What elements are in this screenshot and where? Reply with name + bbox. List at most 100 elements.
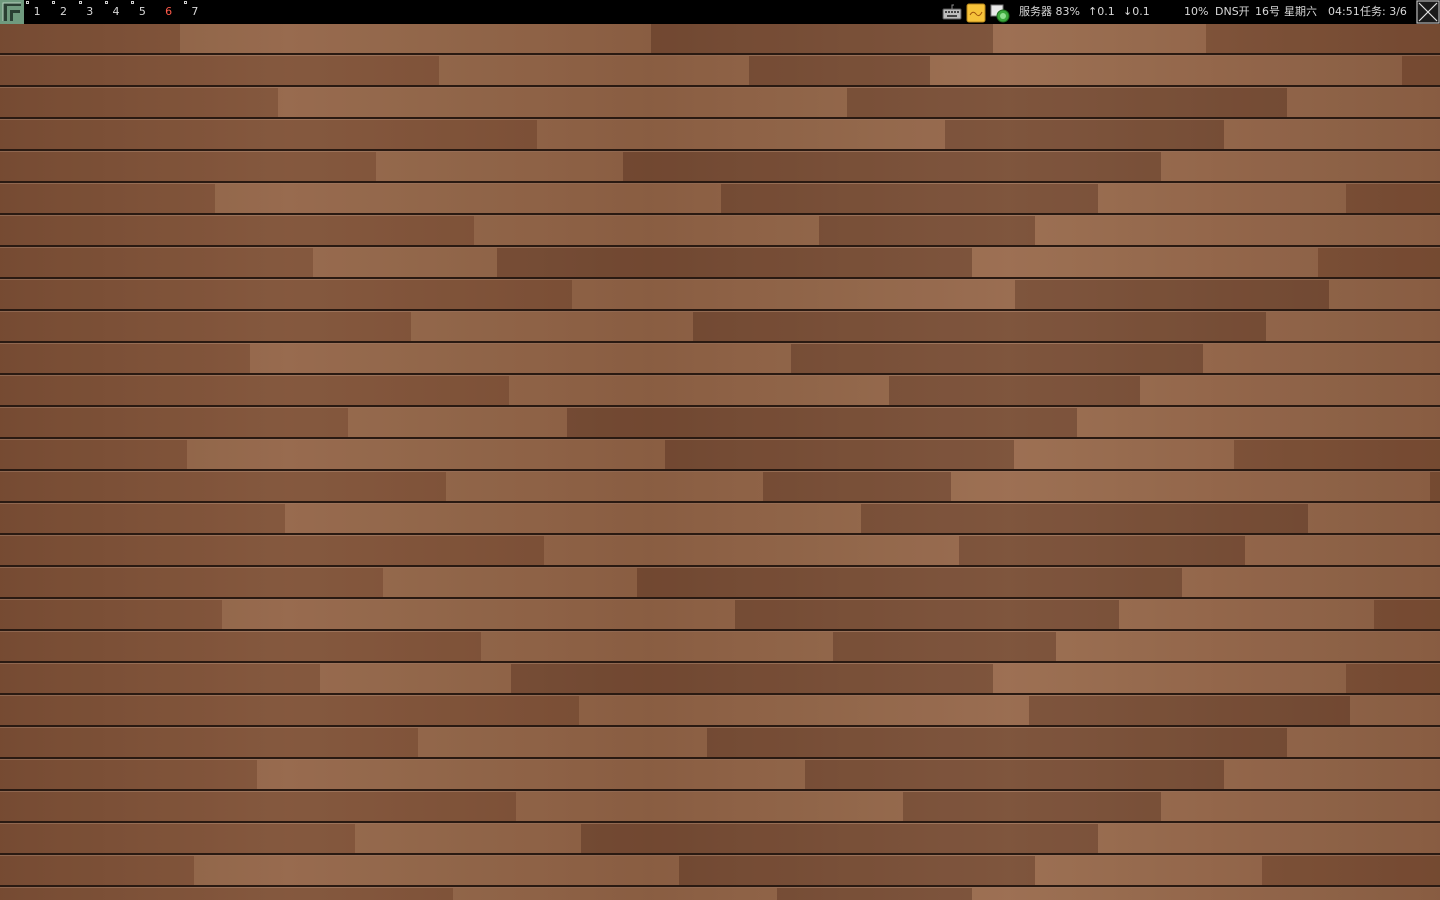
plank-segment <box>215 184 721 213</box>
workspace-1[interactable]: 1 <box>24 0 50 24</box>
plank-segment <box>0 216 474 245</box>
plank-segment <box>833 632 1056 661</box>
close-window-icon[interactable] <box>1416 0 1440 24</box>
plank-segment <box>0 472 446 501</box>
workspace-5[interactable]: 5 <box>129 0 155 24</box>
plank-segment <box>0 376 509 405</box>
plank-segment <box>320 664 511 693</box>
workspace-label: 4 <box>112 5 120 18</box>
dns-status[interactable]: DNS开 <box>1215 0 1250 24</box>
plank-segment <box>721 184 1098 213</box>
workspace-4[interactable]: 4 <box>103 0 129 24</box>
plank-segment <box>516 792 903 821</box>
clock[interactable]: 04:51 <box>1328 0 1360 24</box>
task-count: 任务: 3/6 <box>1360 5 1407 18</box>
workspace-occupied-indicator <box>131 1 135 4</box>
app-menu-icon[interactable] <box>0 0 24 24</box>
plank-segment <box>972 888 1440 900</box>
plank-segment <box>665 440 1014 469</box>
plank-segment <box>819 216 1035 245</box>
plank-segment <box>972 248 1318 277</box>
plank-segment <box>0 312 411 341</box>
plank-segment <box>313 248 497 277</box>
workspace-2[interactable]: 2 <box>50 0 76 24</box>
upload-speed: ↑0.1 <box>1088 5 1115 18</box>
plank-segment <box>945 120 1224 149</box>
plank-segment <box>544 536 959 565</box>
plank-segment <box>1161 152 1440 181</box>
plank-segment <box>1161 792 1440 821</box>
plank-segment <box>1119 600 1374 629</box>
plank-segment <box>847 88 1287 117</box>
plank-segment <box>993 664 1346 693</box>
plank-segment <box>0 24 180 53</box>
workspace-3[interactable]: 3 <box>77 0 103 24</box>
plank-segment <box>1014 440 1234 469</box>
plank-segment <box>951 472 1430 501</box>
plank-segment <box>0 440 187 469</box>
plank-segment <box>1287 728 1440 757</box>
workspace-occupied-indicator <box>78 1 82 4</box>
keyboard-icon[interactable] <box>942 3 962 21</box>
plank-segment <box>0 824 355 853</box>
workspace-label: 2 <box>59 5 67 18</box>
cpu-usage: 10% <box>1184 5 1209 18</box>
plank-segment <box>0 792 516 821</box>
plank-segment <box>567 408 1077 437</box>
plank-segment <box>572 280 1015 309</box>
plank-segment <box>509 376 889 405</box>
plank-segment <box>579 696 1029 725</box>
workspace-6[interactable]: 6 <box>155 0 181 24</box>
plank-segment <box>0 664 320 693</box>
notes-icon[interactable] <box>966 3 986 23</box>
plank-segment <box>285 504 861 533</box>
plank-segment <box>0 728 418 757</box>
plank-segment <box>0 632 481 661</box>
plank-segment <box>0 888 453 900</box>
plank-segment <box>0 408 348 437</box>
plank-segment <box>1029 696 1350 725</box>
workspace-7[interactable]: 7 <box>182 0 208 24</box>
plank-segment <box>735 600 1119 629</box>
plank-segment <box>383 568 637 597</box>
plank-segment <box>749 56 930 85</box>
plank-segment <box>1430 472 1440 501</box>
plank-segment <box>0 696 579 725</box>
workspace-occupied-indicator <box>183 1 187 4</box>
plank-segment <box>1224 760 1440 789</box>
plank-segment <box>0 344 250 373</box>
plank-segment <box>805 760 1224 789</box>
network-status-icon[interactable] <box>990 3 1010 23</box>
workspace-label: 1 <box>33 5 41 18</box>
plank-segment <box>1224 120 1440 149</box>
plank-segment <box>889 376 1140 405</box>
plank-segment <box>1346 184 1440 213</box>
plank-segment <box>0 88 278 117</box>
plank-segment <box>0 184 215 213</box>
workspace-switcher: 1 2 3 4 5 6 7 <box>24 0 208 24</box>
plank-segment <box>1262 856 1440 885</box>
plank-segment <box>453 888 777 900</box>
plank-segment <box>1374 600 1440 629</box>
plank-segment <box>1329 280 1440 309</box>
plank-segment <box>993 24 1206 53</box>
plank-segment <box>1206 24 1440 53</box>
plank-segment <box>376 152 623 181</box>
plank-segment <box>1266 312 1440 341</box>
plank-segment <box>180 24 651 53</box>
plank-segment <box>0 152 376 181</box>
plank-segment <box>679 856 1035 885</box>
plank-segment <box>0 120 537 149</box>
workspace-label: 5 <box>138 5 146 18</box>
server-usage: 服务器 83% <box>1019 5 1080 18</box>
workspace-label: 7 <box>191 5 199 18</box>
plank-segment <box>250 344 791 373</box>
plank-segment <box>581 824 1098 853</box>
plank-segment <box>1350 696 1440 725</box>
plank-segment <box>446 472 763 501</box>
plank-segment <box>411 312 693 341</box>
plank-segment <box>1077 408 1440 437</box>
plank-segment <box>1035 856 1262 885</box>
plank-segment <box>651 24 993 53</box>
plank-segment <box>187 440 665 469</box>
